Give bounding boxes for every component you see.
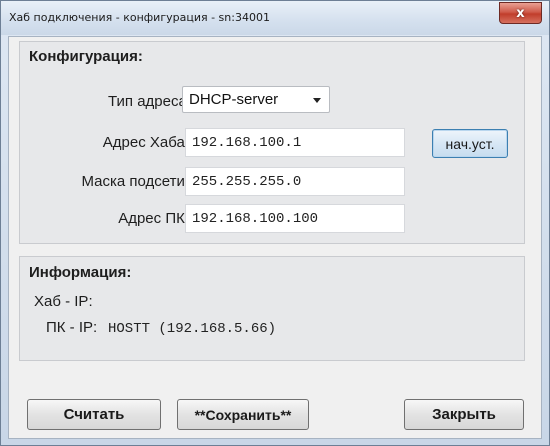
- configuration-heading: Конфигурация:: [29, 48, 143, 65]
- read-button[interactable]: Считать: [27, 399, 161, 430]
- hub-address-label: Адрес Хаба:: [102, 134, 189, 151]
- pc-address-label: Адрес ПК:: [118, 210, 189, 227]
- subnet-mask-label: Маска подсети:: [81, 173, 189, 190]
- title-bar[interactable]: Хаб подключения - конфигурация - sn:3400…: [1, 1, 549, 35]
- close-icon: x: [516, 5, 525, 21]
- pc-ip-label: ПК - IP:: [46, 319, 98, 336]
- configuration-group: Конфигурация: Тип адреса: DHCP-server Ад…: [19, 41, 525, 244]
- window-title: Хаб подключения - конфигурация - sn:3400…: [9, 11, 270, 24]
- save-button[interactable]: **Сохранить**: [177, 399, 309, 430]
- information-heading: Информация:: [29, 264, 132, 281]
- close-button[interactable]: Закрыть: [404, 399, 524, 430]
- address-type-value: DHCP-server: [189, 91, 279, 108]
- subnet-mask-input[interactable]: 255.255.255.0: [185, 167, 405, 196]
- hub-address-input[interactable]: 192.168.100.1: [185, 128, 405, 157]
- hub-ip-label: Хаб - IP:: [34, 293, 93, 310]
- address-type-select[interactable]: DHCP-server: [182, 86, 330, 113]
- address-type-label: Тип адреса:: [108, 93, 191, 110]
- pc-ip-value: HOSTT (192.168.5.66): [108, 321, 277, 337]
- information-group: Информация: Хаб - IP: ПК - IP: HOSTT (19…: [19, 256, 525, 361]
- chevron-down-icon: [313, 98, 321, 103]
- close-window-button[interactable]: x: [499, 2, 542, 24]
- reset-defaults-button[interactable]: нач.уст.: [432, 129, 508, 158]
- config-window: Хаб подключения - конфигурация - sn:3400…: [0, 0, 550, 446]
- pc-address-input[interactable]: 192.168.100.100: [185, 204, 405, 233]
